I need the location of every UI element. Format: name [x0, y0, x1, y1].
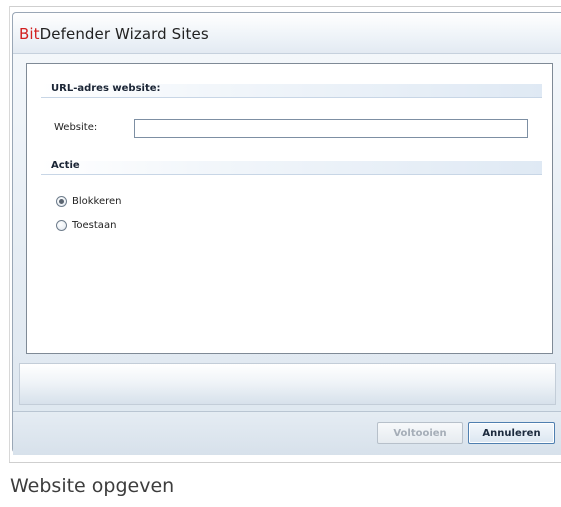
- finish-button[interactable]: Voltooien: [377, 422, 463, 444]
- section-header-action: Actie: [41, 160, 542, 175]
- button-bar: Voltooien Annuleren: [13, 411, 561, 455]
- content-panel: URL-adres website: Website: Actie Blokke…: [26, 63, 553, 354]
- frame-border-top: [9, 6, 561, 7]
- wizard-window: BitDefender Wizard Sites URL-adres websi…: [12, 12, 561, 455]
- frame-border-left: [9, 6, 10, 463]
- title-brand: Bit: [19, 25, 40, 43]
- window-title: BitDefender Wizard Sites: [19, 25, 209, 43]
- figure: BitDefender Wizard Sites URL-adres websi…: [0, 0, 561, 507]
- website-label: Website:: [54, 122, 98, 133]
- radio-button-icon[interactable]: [56, 196, 67, 207]
- cancel-button[interactable]: Annuleren: [468, 422, 555, 444]
- radio-label-allow[interactable]: Toestaan: [72, 220, 116, 231]
- section-header-url: URL-adres website:: [41, 83, 542, 98]
- figure-caption: Website opgeven: [10, 475, 175, 497]
- title-rest: Defender Wizard Sites: [39, 25, 209, 43]
- title-bar: BitDefender Wizard Sites: [13, 13, 561, 54]
- section-title-url: URL-adres website:: [51, 83, 161, 94]
- radio-option-allow[interactable]: Toestaan: [56, 219, 116, 232]
- section-title-action: Actie: [51, 160, 80, 171]
- frame-border-bottom: [9, 462, 561, 463]
- radio-label-block[interactable]: Blokkeren: [72, 196, 122, 207]
- radio-button-icon[interactable]: [56, 220, 67, 231]
- radio-option-block[interactable]: Blokkeren: [56, 195, 122, 208]
- footer-strip: [19, 363, 556, 405]
- website-input[interactable]: [134, 119, 528, 138]
